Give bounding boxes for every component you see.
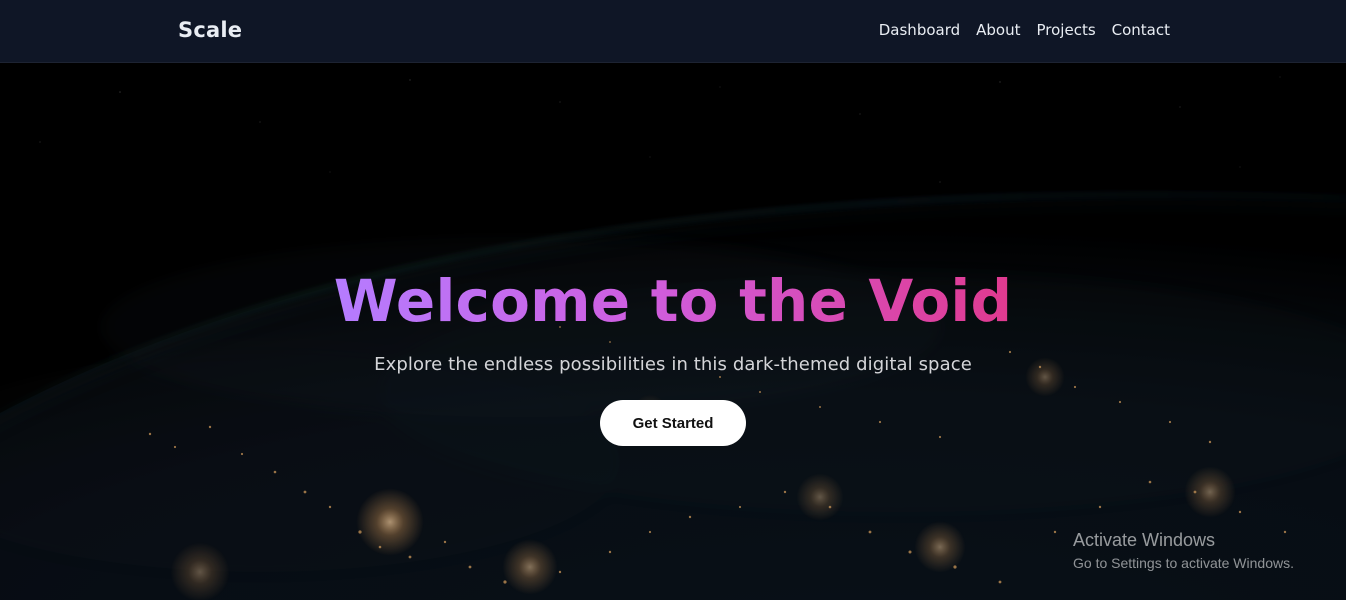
hero-subtitle: Explore the endless possibilities in thi… xyxy=(374,354,972,375)
hero-title: Welcome to the Void xyxy=(333,267,1013,335)
hero-content: Welcome to the Void Explore the endless … xyxy=(0,272,1346,446)
nav-link-dashboard[interactable]: Dashboard xyxy=(879,21,960,39)
brand-logo-text[interactable]: Scale xyxy=(178,18,242,42)
hero-section: Welcome to the Void Explore the endless … xyxy=(0,62,1346,600)
nav-link-about[interactable]: About xyxy=(976,21,1020,39)
get-started-button[interactable]: Get Started xyxy=(600,400,746,446)
nav-link-projects[interactable]: Projects xyxy=(1037,21,1096,39)
nav-link-contact[interactable]: Contact xyxy=(1112,21,1170,39)
main-nav: Dashboard About Projects Contact xyxy=(879,21,1170,39)
top-navigation-bar: Scale Dashboard About Projects Contact xyxy=(0,0,1346,63)
